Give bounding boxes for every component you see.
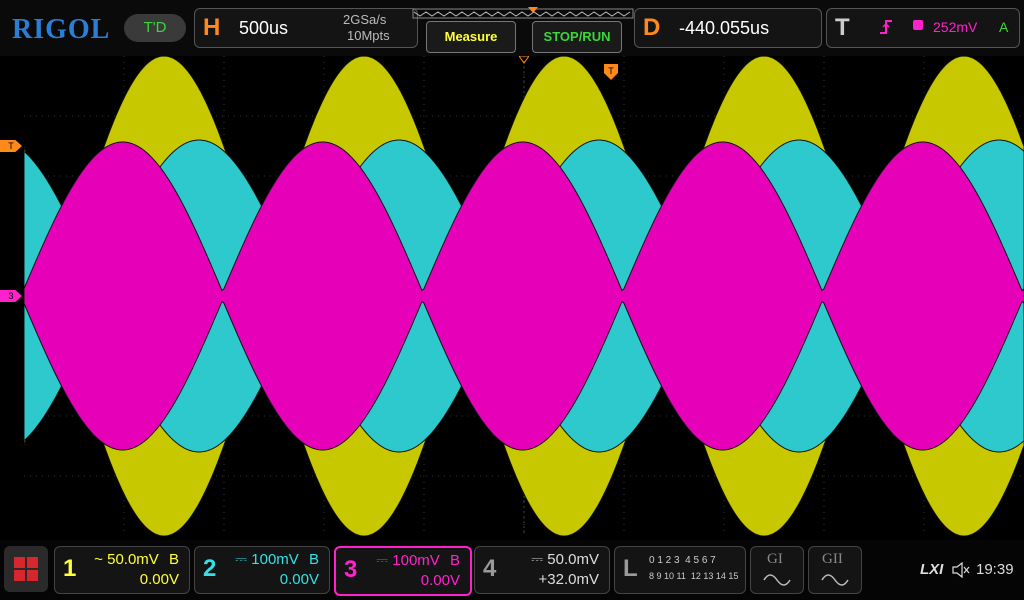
trigger-position-icon: T (604, 64, 618, 80)
channel-1-scale: 50.0mV (107, 551, 159, 568)
waveform-overview (412, 7, 634, 19)
channel-3-box[interactable]: 3 ⎓ 100mV B 0.00V (334, 546, 472, 596)
channel-2-coupling-icon: ⎓ (235, 551, 248, 568)
sine-wave-icon (821, 574, 849, 586)
channel-3-offset: 0.00V (420, 572, 460, 589)
logic-analyzer-box[interactable]: L 0 1 2 3 4 5 6 7 8 9 10 11 12 13 14 15 (614, 546, 746, 594)
waveform-canvas (23, 55, 1024, 537)
sine-wave-icon (763, 574, 791, 586)
grid-menu-icon (14, 557, 38, 581)
top-bar: RIGOL T'D H 500us 2GSa/s 10Mpts Measure … (0, 0, 1024, 56)
stop-run-button[interactable]: STOP/RUN (532, 21, 622, 53)
measure-button[interactable]: Measure (426, 21, 516, 53)
channel-4-number: 4 (483, 555, 497, 582)
channel-4-coupling-icon: ⎓ (531, 551, 544, 568)
center-marker-icon (519, 56, 529, 64)
channel-4-scale: 50.0mV (547, 551, 599, 568)
rising-edge-icon (880, 20, 892, 34)
horizontal-panel[interactable]: H 500us 2GSa/s 10Mpts (194, 8, 418, 48)
logic-channels-row1: 0 1 2 3 4 5 6 7 (649, 555, 716, 566)
trigger-letter: T (835, 14, 850, 41)
channel-1-number: 1 (63, 555, 77, 582)
memory-depth: 10Mpts (347, 28, 390, 43)
channel-3-bw: B (449, 552, 460, 569)
trigger-level: 252mV (933, 19, 978, 35)
channel-3-scale-line: ⎓ 100mV B (376, 552, 460, 569)
menu-button[interactable] (4, 546, 48, 592)
channel-4-box[interactable]: 4 ⎓ 50.0mV +32.0mV (474, 546, 610, 594)
logic-letter: L (623, 555, 638, 582)
trigger-source-icon (913, 20, 923, 30)
channel-2-box[interactable]: 2 ⎓ 100mV B 0.00V (194, 546, 330, 594)
rigol-logo: RIGOL (12, 14, 111, 45)
generator-1-box[interactable]: GI (750, 546, 804, 594)
horizontal-letter: H (203, 14, 221, 41)
channel-2-scale-line: ⎓ 100mV B (235, 551, 319, 568)
timebase-value: 500us (239, 18, 289, 38)
trigger-panel[interactable]: T 252mV A (826, 8, 1020, 48)
speaker-muted-icon[interactable] (952, 562, 970, 578)
channel-3-scale: 100mV (392, 552, 440, 569)
ch3-offset-marker[interactable]: 3 (0, 290, 22, 302)
channel-1-coupling-icon: ~ (94, 551, 103, 568)
channel-2-offset: 0.00V (279, 571, 319, 588)
generator-1-label: GI (767, 551, 783, 567)
channel-4-offset: +32.0mV (538, 571, 599, 588)
mode-indicator[interactable]: T'D (124, 14, 186, 42)
clock: 19:39 (976, 561, 1014, 578)
channel-1-scale-line: ~ 50.0mV B (94, 551, 179, 568)
lxi-logo: LXI (920, 561, 944, 578)
channel-2-bw: B (308, 551, 319, 568)
channel-1-box[interactable]: 1 ~ 50.0mV B 0.00V (54, 546, 190, 594)
delay-panel[interactable]: D -440.055us (634, 8, 822, 48)
delay-value: -440.055us (679, 18, 770, 38)
waveform-display[interactable]: T (23, 55, 1024, 537)
delay-letter: D (643, 14, 661, 41)
channel-4-scale-line: ⎓ 50.0mV (531, 551, 599, 568)
channel-3-coupling-icon: ⎓ (376, 552, 389, 569)
logic-channels-row2: 8 9 10 11 12 13 14 15 (649, 571, 739, 581)
channel-3-trace (23, 141, 1024, 451)
trigger-level-marker[interactable]: T (0, 140, 22, 152)
channel-1-offset: 0.00V (139, 571, 179, 588)
channel-1-bw: B (168, 551, 179, 568)
channel-3-number: 3 (344, 556, 358, 583)
generator-2-box[interactable]: GII (808, 546, 862, 594)
channel-2-scale: 100mV (251, 551, 299, 568)
sample-rate: 2GSa/s (343, 12, 387, 27)
ch3-offset-marker-label: 3 (8, 291, 14, 301)
trigger-level-marker-label: T (8, 141, 14, 151)
trigger-mode: A (999, 19, 1009, 35)
channel-2-number: 2 (203, 555, 217, 582)
svg-text:T: T (608, 66, 614, 76)
generator-2-label: GII (822, 551, 843, 567)
